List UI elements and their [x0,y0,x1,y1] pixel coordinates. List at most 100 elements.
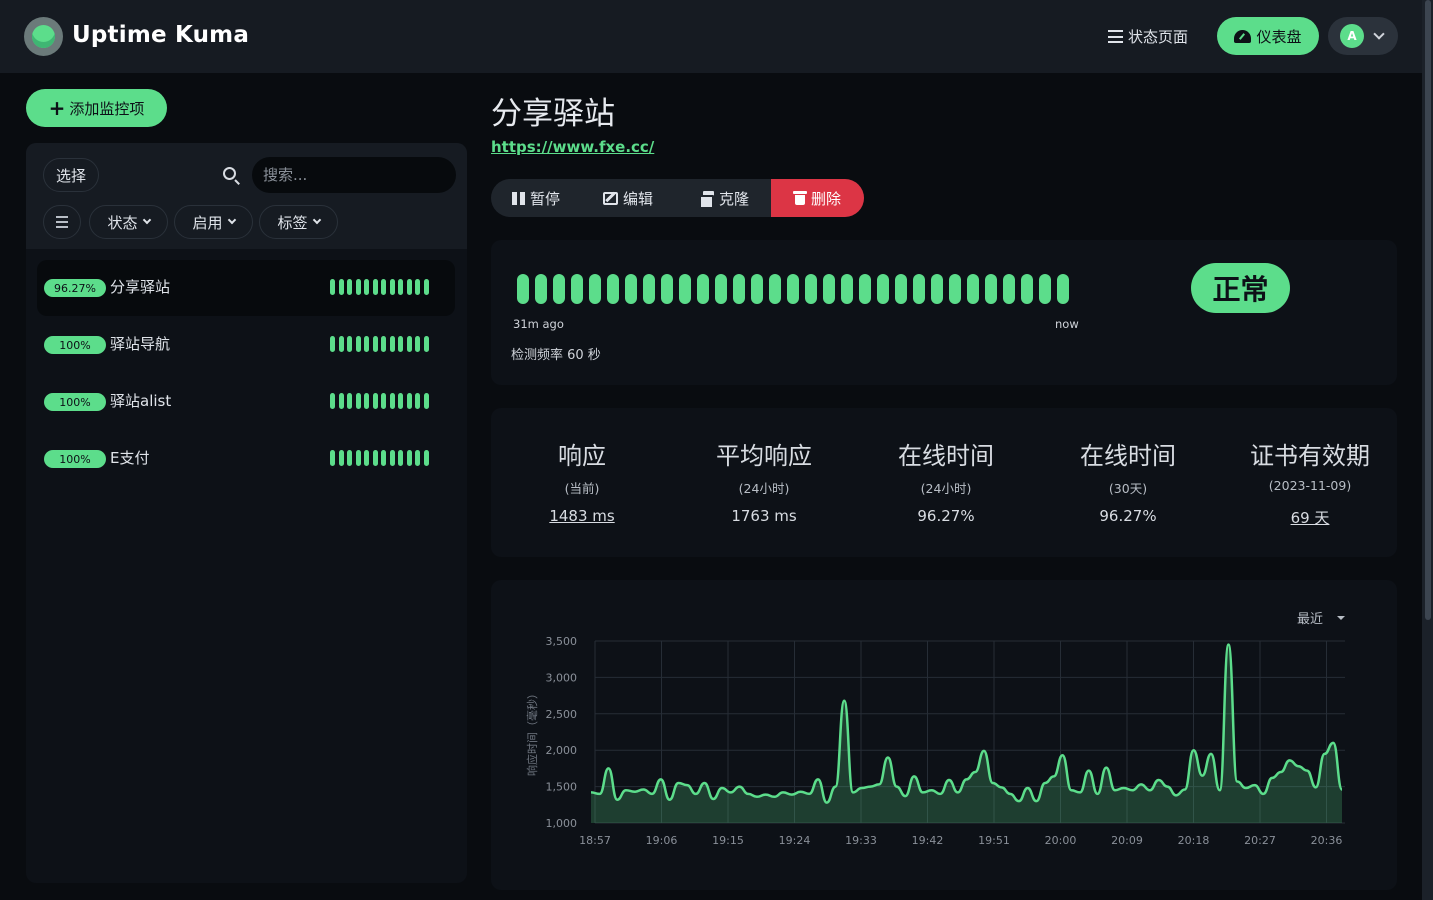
heartbeat-beat[interactable] [607,274,619,304]
heartbeat-beat[interactable] [913,274,925,304]
filter-menu-icon[interactable] [43,205,81,239]
monitor-list-item[interactable]: 100% E支付 [37,431,455,487]
heartbeat-beat[interactable] [589,274,601,304]
monitor-list-toolbar: 选择 状态 启用 标签 [26,143,467,249]
heartbeat-beat[interactable] [1039,274,1051,304]
filter-tags[interactable]: 标签 [259,205,338,239]
uptime-badge: 100% [44,393,106,411]
heartbeat-end-label: now [1055,317,1079,331]
heartbeat-tick [355,279,361,295]
monitor-name: 驿站导航 [110,335,171,353]
x-tick-label: 20:18 [1178,834,1210,847]
heartbeat-beat[interactable] [841,274,853,304]
heartbeat-beat[interactable] [1003,274,1015,304]
uptime-kuma-logo-icon[interactable] [24,17,63,56]
y-tick-label: 1,500 [546,781,578,794]
heartbeat-beat[interactable] [823,274,835,304]
heartbeat-card: 31m ago now 检测频率 60 秒 正常 [491,240,1397,385]
edit-label: 编辑 [623,189,654,208]
heartbeat-beat[interactable] [949,274,961,304]
heartbeat-beat[interactable] [859,274,871,304]
heartbeat-tick [415,279,420,295]
x-tick-label: 19:51 [978,834,1010,847]
heartbeat-beat[interactable] [697,274,709,304]
mini-heartbeat-bar [330,279,429,295]
chevron-down-icon [312,215,321,225]
page-title: 分享驿站 [491,96,615,132]
heartbeat-tick [364,279,369,295]
scrollbar-thumb[interactable] [1425,0,1431,620]
heartbeat-tick [398,393,403,409]
heartbeat-beat[interactable] [625,274,637,304]
y-axis-label: 响应时间（毫秒） [525,688,539,776]
delete-button[interactable]: 删除 [771,179,864,217]
heartbeat-beat[interactable] [805,274,817,304]
heartbeat-beat[interactable] [535,274,547,304]
x-tick-label: 20:09 [1111,834,1143,847]
heartbeat-tick [423,450,429,466]
x-tick-label: 19:42 [912,834,944,847]
heartbeat-beat[interactable] [733,274,745,304]
heartbeat-beat[interactable] [553,274,565,304]
heartbeat-beat[interactable] [661,274,673,304]
chevron-down-icon [142,215,151,225]
heartbeat-beat[interactable] [877,274,889,304]
heartbeat-beat[interactable] [571,274,583,304]
heartbeat-beat[interactable] [679,274,691,304]
plus-icon: + [48,96,66,120]
heartbeat-beat[interactable] [751,274,763,304]
dashboard-button[interactable]: 仪表盘 [1217,17,1319,55]
heartbeat-tick [338,450,344,466]
filter-status[interactable]: 状态 [89,205,168,239]
gauge-icon [1234,29,1252,43]
stat-value[interactable]: 69 天 [1219,507,1401,528]
heartbeat-tick [355,393,361,409]
search-icon [223,167,236,180]
status-page-link[interactable]: 状态页面 [1108,26,1188,47]
pause-button[interactable]: 暂停 [512,179,560,217]
profile-dropdown[interactable]: A [1328,17,1398,55]
monitor-list-item[interactable]: 100% 驿站alist [37,374,455,430]
filter-active[interactable]: 启用 [174,205,253,239]
pause-label: 暂停 [530,189,561,208]
clone-button[interactable]: 克隆 [699,179,749,217]
uptime-badge: 100% [44,450,106,468]
heartbeat-beat[interactable] [1057,274,1069,304]
heartbeat-beat[interactable] [985,274,997,304]
heartbeat-beat[interactable] [643,274,655,304]
heartbeat-beat[interactable] [931,274,943,304]
status-badge: 正常 [1191,263,1290,313]
brand-title[interactable]: Uptime Kuma [72,22,249,48]
top-navbar: Uptime Kuma 状态页面 仪表盘 A [0,0,1422,73]
delete-label: 删除 [810,189,841,208]
heartbeat-beat[interactable] [895,274,907,304]
heartbeat-tick [389,336,395,352]
list-icon [1108,30,1123,43]
heartbeat-beat[interactable] [787,274,799,304]
heartbeat-beat[interactable] [1021,274,1033,304]
heartbeat-tick [381,279,386,295]
heartbeat-tick [338,279,344,295]
filter-tags-label: 标签 [277,213,308,232]
heartbeat-tick [338,393,344,409]
y-tick-label: 3,000 [546,671,578,684]
monitor-url-link[interactable]: https://www.fxe.cc/ [491,138,654,156]
heartbeat-tick [423,393,429,409]
stat-value[interactable]: 1483 ms [491,507,673,525]
search-input[interactable] [252,157,456,193]
heartbeat-tick [330,393,335,409]
stat-subheading: (30天) [1108,481,1148,496]
clone-icon [699,191,714,209]
heartbeat-tick [330,450,335,466]
select-button[interactable]: 选择 [43,158,99,192]
trash-icon [792,191,807,205]
heartbeat-beat[interactable] [517,274,529,304]
monitor-list-item[interactable]: 100% 驿站导航 [37,317,455,373]
monitor-list-item[interactable]: 96.27% 分享驿站 [37,260,455,316]
edit-button[interactable]: 编辑 [603,179,653,217]
heartbeat-beat[interactable] [769,274,781,304]
add-monitor-button[interactable]: + 添加监控项 [26,89,167,127]
heartbeat-beat[interactable] [967,274,979,304]
heartbeat-beat[interactable] [715,274,727,304]
stats-card: 响应 (当前) 1483 ms 平均响应 (24小时) 1763 ms 在线时间 (24小时)… [491,408,1397,557]
